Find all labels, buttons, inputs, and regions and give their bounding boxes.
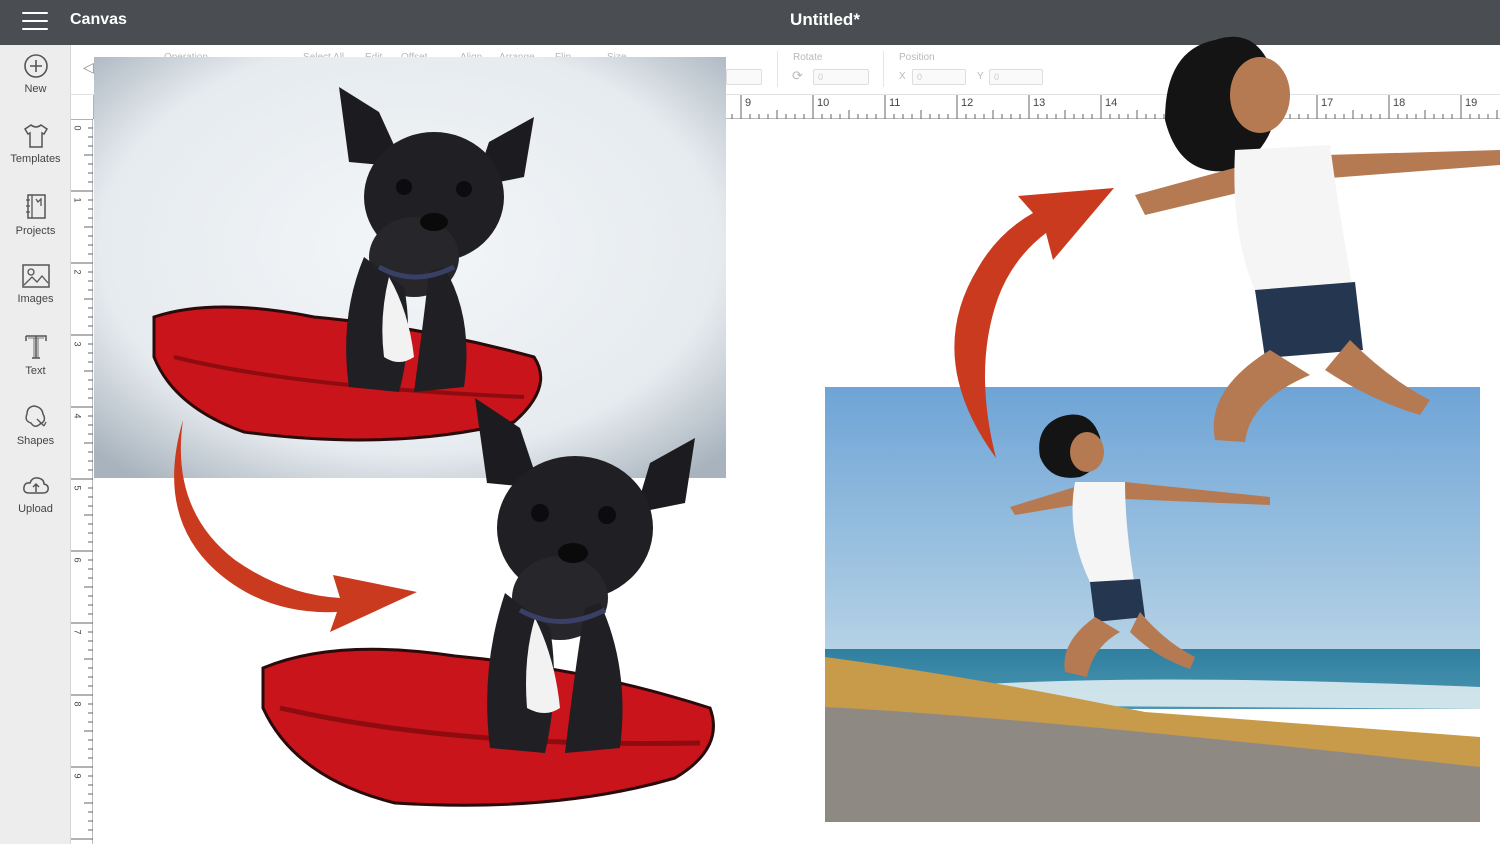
- ruler-number: 7: [72, 629, 83, 635]
- book-icon: [25, 194, 46, 219]
- sidebar-item-label: Upload: [18, 503, 53, 515]
- sidebar-item-label: Text: [25, 365, 46, 377]
- ruler-ticks: [71, 119, 93, 840]
- ruler-number: 9: [745, 97, 752, 109]
- vertical-ruler: 0 1 2 3 4 5 6 7 8 9: [71, 119, 93, 844]
- plus-circle-icon: [23, 54, 48, 78]
- ruler-number: 5: [72, 485, 83, 491]
- ruler-number: 8: [72, 701, 83, 707]
- left-sidebar: New Templates Projects Images Text Shape…: [0, 45, 71, 844]
- toolbar-divider: [777, 51, 778, 87]
- sidebar-item-templates[interactable]: Templates: [0, 123, 71, 185]
- rotate-icon: ⟳: [792, 68, 803, 83]
- ruler-number: 6: [72, 557, 83, 563]
- size-height-field[interactable]: [726, 69, 762, 85]
- woman-cutout[interactable]: [1135, 20, 1500, 445]
- ruler-number: 4: [72, 413, 83, 419]
- ruler-number: 1: [72, 197, 83, 203]
- position-label: Position: [899, 52, 935, 63]
- rotate-field[interactable]: 0: [813, 69, 869, 85]
- text-icon: [24, 335, 47, 359]
- cloud-upload-icon: [22, 477, 49, 494]
- beach-photo-original[interactable]: [825, 387, 1480, 822]
- sidebar-item-projects[interactable]: Projects: [0, 193, 71, 255]
- sidebar-item-label: New: [24, 83, 47, 95]
- position-x-field[interactable]: 0: [912, 69, 966, 85]
- sidebar-item-upload[interactable]: Upload: [0, 473, 71, 535]
- arrow-puppy-icon: [174, 420, 417, 632]
- sidebar-item-label: Images: [17, 293, 54, 305]
- toolbar-divider: [883, 51, 884, 87]
- sidebar-item-images[interactable]: Images: [0, 263, 71, 325]
- shapes-icon: [24, 405, 47, 427]
- position-x-label: X: [899, 71, 906, 82]
- ruler-number: 13: [1033, 97, 1046, 109]
- ruler-number: 12: [961, 97, 974, 109]
- ruler-number: 3: [72, 341, 83, 347]
- sidebar-item-shapes[interactable]: Shapes: [0, 403, 71, 465]
- ruler-number: 14: [1105, 97, 1118, 109]
- image-icon: [21, 264, 50, 288]
- ruler-number: 11: [889, 97, 901, 109]
- undo-icon[interactable]: ◁: [83, 59, 94, 76]
- position-y-label: Y: [977, 71, 984, 82]
- sidebar-item-label: Templates: [10, 153, 61, 165]
- sidebar-item-new[interactable]: New: [0, 53, 71, 115]
- position-y-field[interactable]: 0: [989, 69, 1043, 85]
- sidebar-item-label: Shapes: [16, 435, 55, 447]
- ruler-number: 9: [72, 773, 83, 779]
- ruler-number: 0: [72, 125, 83, 131]
- sidebar-item-label: Projects: [15, 225, 56, 237]
- arrow-woman-icon: [954, 188, 1114, 458]
- sidebar-item-text[interactable]: Text: [0, 333, 71, 395]
- shirt-icon: [23, 124, 48, 148]
- rotate-label: Rotate: [793, 52, 823, 63]
- ruler-number: 10: [817, 97, 830, 109]
- ruler-number: 2: [72, 269, 83, 275]
